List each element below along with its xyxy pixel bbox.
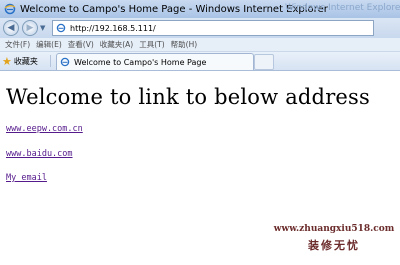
link-baidu[interactable]: www.baidu.com — [6, 149, 73, 159]
menu-view[interactable]: 查看(V) — [68, 39, 94, 50]
watermark-url: www.zhuangxiu518.com — [273, 224, 395, 234]
internet-explorer-icon — [4, 3, 16, 15]
menu-file[interactable]: 文件(F) — [5, 39, 30, 50]
new-tab-button[interactable] — [254, 54, 274, 70]
back-button[interactable]: ◀ — [3, 20, 19, 36]
page-icon — [56, 23, 66, 33]
history-dropdown-icon[interactable]: ▼ — [40, 24, 45, 32]
tab-separator — [50, 55, 51, 67]
menu-tools[interactable]: 工具(T) — [139, 39, 164, 50]
tab-bar: ★ 收藏夹 Welcome to Campo's Home Page — [0, 52, 400, 71]
favorites-label: 收藏夹 — [13, 56, 38, 66]
watermark: www.zhuangxiu518.com 装修无忧 — [268, 220, 400, 265]
menu-bar: 文件(F) 编辑(E) 查看(V) 收藏夹(A) 工具(T) 帮助(H) — [0, 38, 400, 52]
tab-page-icon — [60, 57, 70, 67]
link-eepw[interactable]: www.eepw.com.cn — [6, 124, 83, 134]
link-my-email[interactable]: My email — [6, 173, 47, 183]
window-title-ghost: Windows Internet Explorer — [285, 3, 400, 13]
watermark-subtitle: 装修无忧 — [308, 239, 360, 252]
menu-edit[interactable]: 编辑(E) — [36, 39, 62, 50]
favorites-button[interactable]: ★ 收藏夹 — [2, 54, 38, 68]
tab-label: Welcome to Campo's Home Page — [74, 57, 207, 67]
page-heading: Welcome to link to below address — [6, 85, 371, 109]
menu-favorites[interactable]: 收藏夹(A) — [100, 39, 133, 50]
window-titlebar: Welcome to Campo's Home Page - Windows I… — [0, 0, 400, 18]
forward-button[interactable]: ▶ — [22, 20, 38, 36]
navigation-bar: ◀ ▶ ▼ http://192.168.5.111/ — [0, 18, 400, 38]
window-title: Welcome to Campo's Home Page - Windows I… — [20, 3, 328, 15]
address-input[interactable]: http://192.168.5.111/ — [52, 20, 374, 36]
favorites-star-icon: ★ — [2, 54, 12, 68]
tab-active[interactable]: Welcome to Campo's Home Page — [56, 53, 254, 70]
address-text: http://192.168.5.111/ — [70, 23, 156, 33]
menu-help[interactable]: 帮助(H) — [171, 39, 198, 50]
